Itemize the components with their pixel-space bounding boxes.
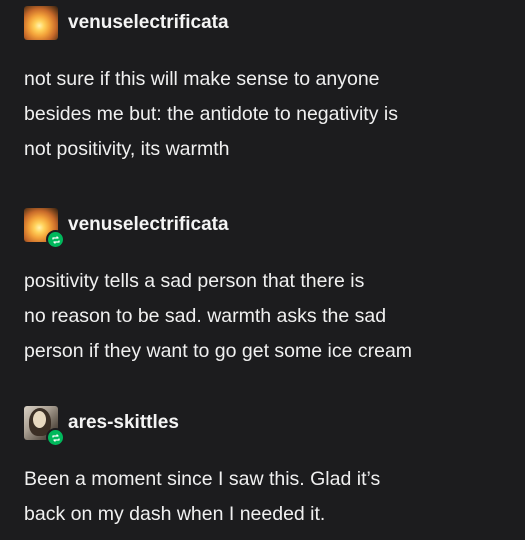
avatar[interactable] (24, 208, 65, 249)
post-text-line: besides me but: the antidote to negativi… (24, 103, 398, 125)
avatar[interactable] (24, 406, 65, 447)
post-body: not sure if this will make sense to anyo… (24, 62, 514, 167)
username-link[interactable]: venuselectrificata (68, 12, 229, 34)
post-2: venuselectrificata positivity tells a sa… (24, 208, 514, 369)
post-3: ares-skittles Been a moment since I saw … (24, 406, 514, 532)
post-1: venuselectrificata not sure if this will… (24, 6, 514, 167)
sunset-avatar-icon (24, 6, 58, 40)
post-text-line: Been a moment since I saw this. Glad it’… (24, 468, 381, 490)
post-text-line: positivity tells a sad person that there… (24, 270, 365, 292)
avatar[interactable] (24, 6, 60, 40)
post-header: ares-skittles (24, 406, 514, 447)
username-link[interactable]: venuselectrificata (68, 214, 229, 236)
post-header: venuselectrificata (24, 208, 514, 249)
post-text-line: not sure if this will make sense to anyo… (24, 68, 380, 90)
post-body: positivity tells a sad person that there… (24, 264, 514, 369)
post-body: Been a moment since I saw this. Glad it’… (24, 462, 514, 532)
username-link[interactable]: ares-skittles (68, 412, 179, 434)
post-text-line: back on my dash when I needed it. (24, 503, 326, 525)
reblog-icon (46, 428, 65, 447)
reblog-icon (46, 230, 65, 249)
post-text-line: no reason to be sad. warmth asks the sad (24, 305, 387, 327)
post-text-line: not positivity, its warmth (24, 138, 230, 160)
post-text-line: person if they want to go get some ice c… (24, 340, 413, 362)
post-header: venuselectrificata (24, 6, 514, 40)
